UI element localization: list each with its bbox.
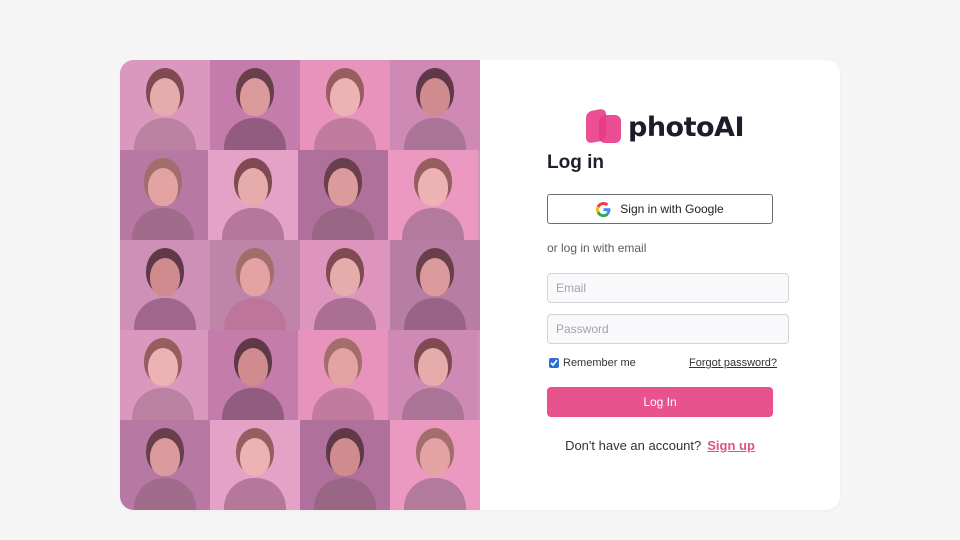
login-card: photoAI Log in Sign in with Google or lo… bbox=[120, 60, 840, 510]
remember-me-checkbox[interactable] bbox=[549, 358, 559, 368]
signup-row: Don't have an account? Sign up bbox=[480, 438, 840, 453]
collage-tint-overlay bbox=[120, 60, 480, 510]
email-input[interactable] bbox=[547, 273, 789, 303]
google-icon bbox=[596, 201, 611, 217]
remember-me-label: Remember me bbox=[563, 357, 636, 369]
logo-text: photoAI bbox=[628, 111, 745, 143]
page-title: Log in bbox=[547, 152, 604, 173]
google-signin-button[interactable]: Sign in with Google bbox=[547, 194, 773, 224]
login-button[interactable]: Log In bbox=[547, 387, 773, 417]
forgot-password-link[interactable]: Forgot password? bbox=[689, 357, 777, 369]
photoai-logo-icon bbox=[585, 107, 625, 147]
google-button-label: Sign in with Google bbox=[620, 202, 724, 216]
password-input[interactable] bbox=[547, 314, 789, 344]
photoai-logo[interactable]: photoAI bbox=[585, 107, 745, 147]
email-divider-text: or log in with email bbox=[547, 241, 647, 255]
remember-me-row[interactable]: Remember me bbox=[549, 357, 636, 369]
login-panel: photoAI Log in Sign in with Google or lo… bbox=[480, 60, 840, 510]
photo-collage bbox=[120, 60, 480, 510]
signup-link[interactable]: Sign up bbox=[707, 438, 755, 453]
signup-prompt: Don't have an account? bbox=[565, 438, 702, 453]
